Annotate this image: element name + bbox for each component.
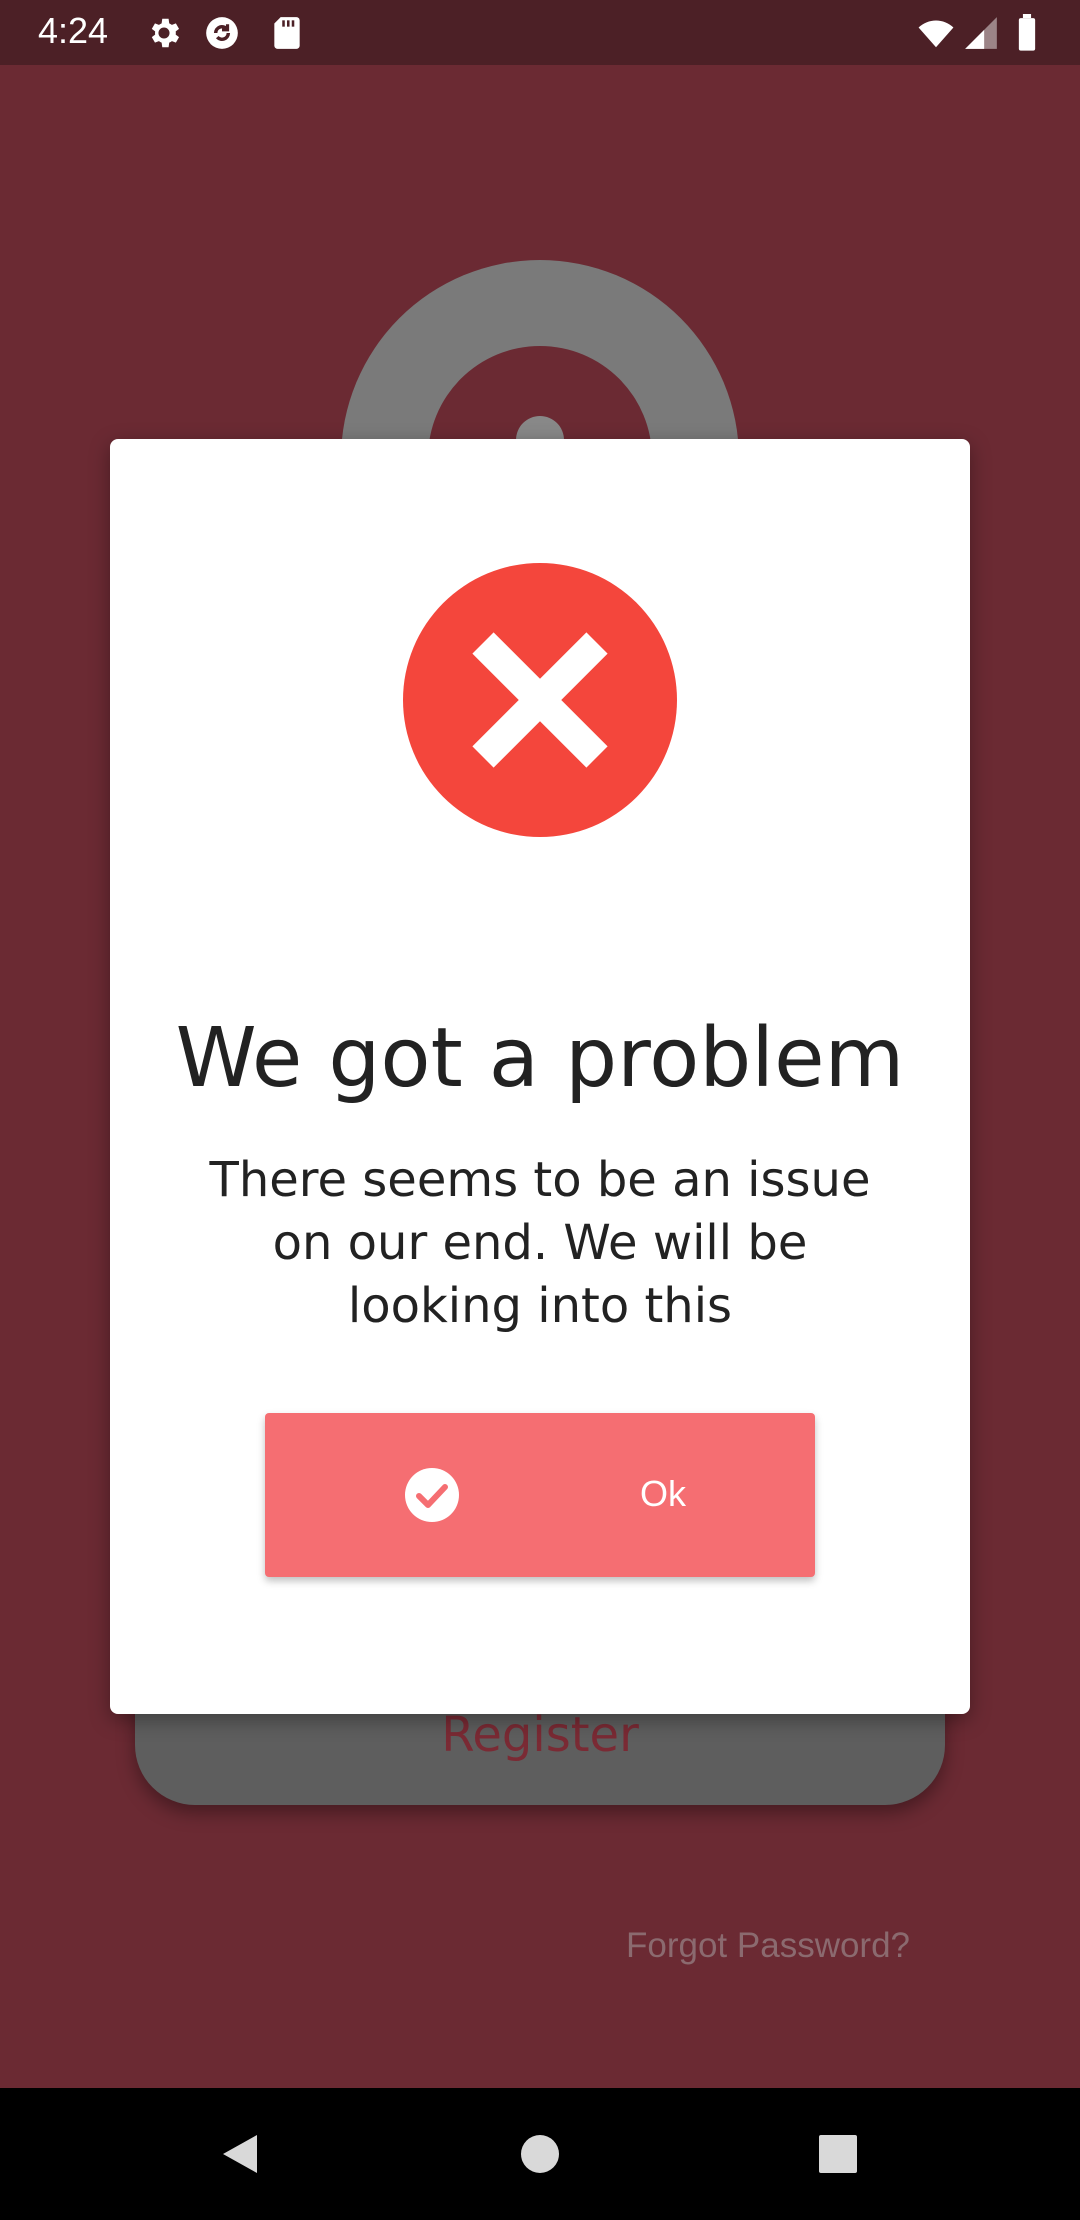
signal-icon <box>965 17 997 49</box>
dialog-title: We got a problem <box>175 1011 905 1106</box>
home-icon[interactable] <box>517 2131 563 2177</box>
ok-button[interactable]: Ok <box>265 1413 815 1577</box>
battery-icon <box>1018 14 1036 51</box>
wifi-icon <box>918 20 954 48</box>
ok-button-label: Ok <box>640 1473 687 1514</box>
check-circle-icon <box>405 1468 459 1522</box>
sd-card-icon <box>274 17 300 49</box>
recents-icon[interactable] <box>815 2131 861 2177</box>
gear-icon <box>151 18 180 48</box>
status-time: 4:24 <box>38 10 109 51</box>
close-icon <box>472 632 608 768</box>
sync-icon <box>206 17 238 49</box>
back-icon[interactable] <box>217 2131 263 2177</box>
error-x-icon <box>403 563 677 837</box>
status-bar: 4:24 <box>0 0 1080 65</box>
navigation-bar <box>0 2088 1080 2220</box>
dialog-message: There seems to be an issue on our end. W… <box>209 1152 871 1334</box>
error-dialog: We got a problem There seems to be an is… <box>110 439 970 1714</box>
